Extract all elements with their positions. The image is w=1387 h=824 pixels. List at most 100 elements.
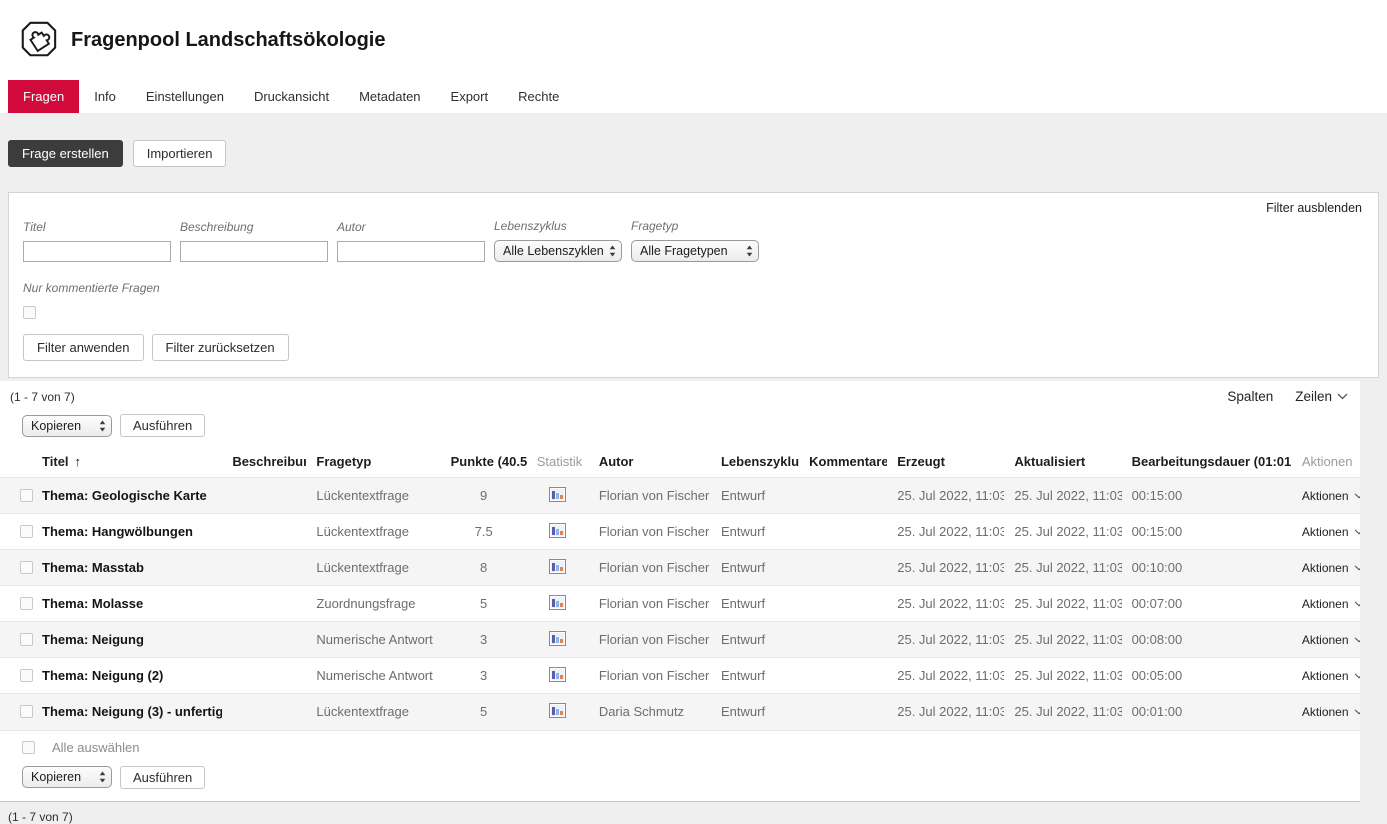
chevron-down-icon (1354, 673, 1360, 679)
question-title-link[interactable]: Thema: Molasse (42, 596, 143, 611)
bar-chart-icon[interactable] (549, 706, 566, 721)
row-actions-dropdown[interactable]: Aktionen (1302, 561, 1360, 575)
apply-filter-button[interactable]: Filter anwenden (23, 334, 144, 361)
bulk-action-value: Kopieren (31, 419, 81, 433)
column-header-aktualisiert[interactable]: Aktualisiert (1014, 454, 1085, 469)
question-title-link[interactable]: Thema: Neigung (3) - unfertig (42, 704, 222, 719)
filter-panel: Filter ausblenden Titel Beschreibung Aut… (8, 192, 1379, 378)
row-actions-dropdown[interactable]: Aktionen (1302, 633, 1360, 647)
tab-export[interactable]: Export (436, 80, 504, 113)
select-arrows-icon (746, 245, 753, 257)
row-checkbox[interactable] (20, 633, 33, 646)
page: Fragenpool Landschaftsökologie FragenInf… (0, 0, 1387, 774)
filter-lifecycle-value: Alle Lebenszyklen (503, 244, 604, 258)
bar-chart-icon[interactable] (549, 562, 566, 577)
select-arrows-icon (99, 771, 106, 783)
row-actions-label: Aktionen (1302, 633, 1349, 647)
execute-button-bottom[interactable]: Ausführen (120, 766, 205, 789)
fragetyp-cell: Numerische Antwort (306, 622, 440, 658)
hide-filter-link[interactable]: Filter ausblenden (1266, 201, 1362, 215)
fragetyp-cell: Zuordnungsfrage (306, 586, 440, 622)
tab-metadaten[interactable]: Metadaten (344, 80, 435, 113)
row-checkbox[interactable] (20, 525, 33, 538)
row-checkbox[interactable] (20, 561, 33, 574)
row-checkbox[interactable] (20, 705, 33, 718)
bulk-action-select-top[interactable]: Kopieren (22, 415, 112, 437)
points-cell: 5 (441, 694, 527, 730)
filter-qtype-select[interactable]: Alle Fragetypen (631, 240, 759, 262)
tab-druckansicht[interactable]: Druckansicht (239, 80, 344, 113)
row-actions-label: Aktionen (1302, 597, 1349, 611)
import-button[interactable]: Importieren (133, 140, 227, 167)
filter-title-input[interactable] (23, 241, 171, 262)
question-title-link[interactable]: Thema: Hangwölbungen (42, 524, 193, 539)
row-actions-dropdown[interactable]: Aktionen (1302, 597, 1360, 611)
column-header-aktionen: Aktionen (1302, 454, 1353, 469)
row-actions-dropdown[interactable]: Aktionen (1302, 669, 1360, 683)
row-actions-label: Aktionen (1302, 669, 1349, 683)
reset-filter-button[interactable]: Filter zurücksetzen (152, 334, 289, 361)
tab-info[interactable]: Info (79, 80, 131, 113)
aktualisiert-cell: 25. Jul 2022, 11:03 (1004, 514, 1121, 550)
fragetyp-cell: Lückentextfrage (306, 694, 440, 730)
bar-chart-icon[interactable] (549, 634, 566, 649)
row-checkbox[interactable] (20, 597, 33, 610)
columns-selector[interactable]: Spalten (1227, 389, 1273, 404)
bearbeitungsdauer-cell: 00:08:00 (1122, 622, 1292, 658)
question-title-link[interactable]: Thema: Masstab (42, 560, 144, 575)
points-cell: 5 (441, 586, 527, 622)
bulk-action-row-bottom: Kopieren Ausführen (0, 764, 1360, 801)
chevron-down-icon (1354, 565, 1360, 571)
bearbeitungsdauer-cell: 00:15:00 (1122, 478, 1292, 514)
erzeugt-cell: 25. Jul 2022, 11:03 (887, 550, 1004, 586)
fragetyp-cell: Lückentextfrage (306, 550, 440, 586)
filter-commented-checkbox[interactable] (23, 306, 36, 319)
create-question-button[interactable]: Frage erstellen (8, 140, 123, 167)
bar-chart-icon[interactable] (549, 526, 566, 541)
bar-chart-icon[interactable] (549, 670, 566, 685)
column-header-kommentare[interactable]: Kommentare (809, 454, 887, 469)
bar-chart-icon[interactable] (549, 598, 566, 613)
column-header-punkte-40-5[interactable]: Punkte (40.5) (451, 454, 527, 469)
tab-bar: FragenInfoEinstellungenDruckansichtMetad… (0, 80, 1387, 113)
filter-qtype-value: Alle Fragetypen (640, 244, 728, 258)
points-cell: 3 (441, 622, 527, 658)
column-header-bearbeitungsdauer-01-01-00[interactable]: Bearbeitungsdauer (01:01:00) (1132, 454, 1292, 469)
tab-fragen[interactable]: Fragen (8, 80, 79, 113)
row-actions-dropdown[interactable]: Aktionen (1302, 525, 1360, 539)
column-header-erzeugt[interactable]: Erzeugt (897, 454, 945, 469)
column-header-lebenszyklus[interactable]: Lebenszyklus (721, 454, 799, 469)
rows-selector[interactable]: Zeilen (1295, 389, 1348, 404)
select-all-checkbox[interactable] (22, 741, 35, 754)
lebenszyklus-cell: Entwurf (711, 658, 799, 694)
question-title-link[interactable]: Thema: Neigung (42, 632, 144, 647)
erzeugt-cell: 25. Jul 2022, 11:03 (887, 622, 1004, 658)
execute-button-top[interactable]: Ausführen (120, 414, 205, 437)
filter-lifecycle-select[interactable]: Alle Lebenszyklen (494, 240, 622, 262)
filter-description-input[interactable] (180, 241, 328, 262)
table-row: Thema: Neigung (3) - unfertig Lückentextf… (0, 694, 1360, 730)
table-row: Thema: MasstabLückentextfrage8Florian vo… (0, 550, 1360, 586)
column-header-titel[interactable]: Titel (42, 454, 69, 469)
row-checkbox[interactable] (20, 489, 33, 502)
row-actions-dropdown[interactable]: Aktionen (1302, 489, 1360, 503)
filter-author-input[interactable] (337, 241, 485, 262)
bar-chart-icon[interactable] (549, 490, 566, 505)
column-header-autor[interactable]: Autor (599, 454, 634, 469)
erzeugt-cell: 25. Jul 2022, 11:03 (887, 478, 1004, 514)
bearbeitungsdauer-cell: 00:15:00 (1122, 514, 1292, 550)
aktualisiert-cell: 25. Jul 2022, 11:03 (1004, 658, 1121, 694)
filter-author-label: Autor (337, 220, 485, 234)
question-title-link[interactable]: Thema: Neigung (2) (42, 668, 163, 683)
bulk-action-select-bottom[interactable]: Kopieren (22, 766, 112, 788)
tab-einstellungen[interactable]: Einstellungen (131, 80, 239, 113)
row-checkbox[interactable] (20, 669, 33, 682)
question-title-link[interactable]: Thema: Geologische Karte (42, 488, 207, 503)
tab-rechte[interactable]: Rechte (503, 80, 574, 113)
column-header-fragetyp[interactable]: Fragetyp (316, 454, 371, 469)
erzeugt-cell: 25. Jul 2022, 11:03 (887, 514, 1004, 550)
column-header-beschreibung[interactable]: Beschreibung (232, 454, 306, 469)
row-actions-dropdown[interactable]: Aktionen (1302, 705, 1360, 719)
chevron-down-icon (1354, 601, 1360, 607)
bulk-action-value: Kopieren (31, 770, 81, 784)
